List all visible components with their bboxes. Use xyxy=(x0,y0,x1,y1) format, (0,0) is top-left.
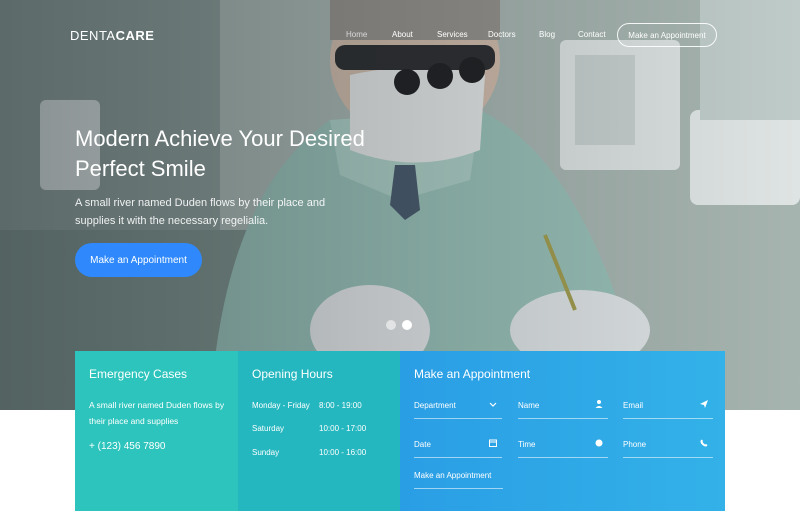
calendar-icon xyxy=(489,439,497,447)
hours-time: 10:00 - 16:00 xyxy=(319,448,367,457)
appointment-title: Make an Appointment xyxy=(414,367,531,381)
chevron-down-icon xyxy=(489,402,497,407)
hours-day: Saturday xyxy=(252,424,285,433)
hero-title: Modern Achieve Your Desired Perfect Smil… xyxy=(75,126,365,181)
phone-icon xyxy=(700,439,708,447)
nav-item-blog[interactable]: Blog xyxy=(539,30,555,39)
department-select[interactable]: Department xyxy=(414,397,502,419)
brand-logo-suffix: CARE xyxy=(115,28,155,43)
slider-dot-active[interactable] xyxy=(402,320,412,330)
top-navigation: DENTACARE Home About Services Doctors Bl… xyxy=(0,0,800,70)
time-field[interactable]: Time xyxy=(518,436,608,458)
hero-appointment-button[interactable]: Make an Appointment xyxy=(75,243,202,277)
info-panel: Emergency Cases A small river named Dude… xyxy=(75,351,725,511)
phone-label: Phone xyxy=(623,440,647,449)
user-icon xyxy=(595,400,603,408)
date-label: Date xyxy=(414,440,431,449)
email-label: Email xyxy=(623,401,644,410)
emergency-text: A small river named Duden flows by their… xyxy=(89,400,225,426)
emergency-card: Emergency Cases A small river named Dude… xyxy=(75,351,238,511)
nav-appointment-button[interactable]: Make an Appointment xyxy=(617,23,717,47)
nav-item-doctors[interactable]: Doctors xyxy=(488,30,516,39)
hero-description: A small river named Duden flows by their… xyxy=(75,197,326,227)
appointment-submit-button[interactable]: Make an Appointment xyxy=(414,469,503,489)
hours-row: Monday - Friday 8:00 - 19:00 xyxy=(252,401,392,410)
date-field[interactable]: Date xyxy=(414,436,502,458)
brand-logo-prefix: DENTA xyxy=(70,28,116,43)
paper-plane-icon xyxy=(700,400,708,408)
brand-logo[interactable]: DENTACARE xyxy=(70,28,154,43)
hero-section: DENTACARE Home About Services Doctors Bl… xyxy=(0,0,800,410)
hours-row: Saturday 10:00 - 17:00 xyxy=(252,424,392,433)
nav-item-about[interactable]: About xyxy=(392,30,413,39)
phone-field[interactable]: Phone xyxy=(623,436,713,458)
slider-dots xyxy=(386,320,412,330)
name-field[interactable]: Name xyxy=(518,397,608,419)
department-label: Department xyxy=(414,401,456,410)
opening-hours-card: Opening Hours Monday - Friday 8:00 - 19:… xyxy=(238,351,400,511)
emergency-title: Emergency Cases xyxy=(89,367,188,381)
hours-row: Sunday 10:00 - 16:00 xyxy=(252,448,392,457)
hours-time: 10:00 - 17:00 xyxy=(319,424,367,433)
hours-day: Monday - Friday xyxy=(252,401,310,410)
nav-item-services[interactable]: Services xyxy=(437,30,468,39)
nav-item-contact[interactable]: Contact xyxy=(578,30,606,39)
emergency-phone[interactable]: + (123) 456 7890 xyxy=(89,441,165,452)
email-field[interactable]: Email xyxy=(623,397,713,419)
time-label: Time xyxy=(518,440,536,449)
appointment-form: Make an Appointment Department Name Emai… xyxy=(400,351,725,511)
hours-time: 8:00 - 19:00 xyxy=(319,401,362,410)
hours-day: Sunday xyxy=(252,448,280,457)
slider-dot[interactable] xyxy=(386,320,396,330)
opening-hours-title: Opening Hours xyxy=(252,367,333,381)
nav-item-home[interactable]: Home xyxy=(346,30,367,39)
name-label: Name xyxy=(518,401,540,410)
clock-icon xyxy=(595,439,603,447)
